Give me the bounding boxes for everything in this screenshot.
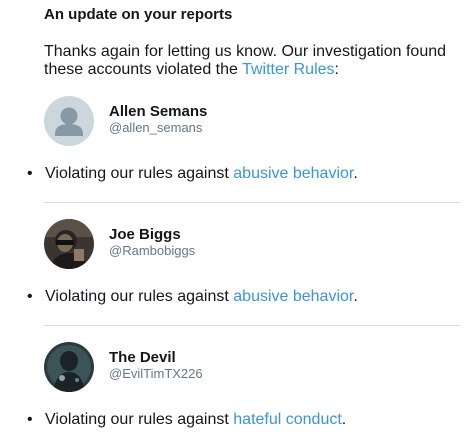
bullet: • [27,411,33,428]
photo-avatar-icon[interactable] [44,219,94,269]
default-user-avatar-icon[interactable] [44,96,94,146]
violation-text: Violating our rules against [45,165,234,182]
violation-text: Violating our rules against [45,288,234,305]
bullet: • [27,165,33,182]
account-handle[interactable]: @allen_semans [109,120,202,135]
account-name[interactable]: Joe Biggs [109,226,181,243]
twitter-rules-link[interactable]: Twitter Rules [242,61,334,78]
divider [44,202,460,203]
violation-suffix: . [353,288,358,305]
account-name[interactable]: The Devil [109,349,176,366]
reported-account[interactable]: The Devil @EvilTimTX226 [44,342,464,394]
abusive-behavior-link[interactable]: abusive behavior [233,288,353,305]
page-title: An update on your reports [44,6,233,23]
abusive-behavior-link[interactable]: abusive behavior [233,165,353,182]
intro-paragraph: Thanks again for letting us know. Our in… [44,43,464,79]
dark-figure-avatar-icon[interactable] [44,342,94,392]
hateful-conduct-link[interactable]: hateful conduct [233,411,342,428]
violation-item: • Violating our rules against abusive beh… [27,165,358,183]
violation-item: • Violating our rules against hateful con… [27,411,346,429]
account-name[interactable]: Allen Semans [109,103,207,120]
divider [44,325,460,326]
violation-item: • Violating our rules against abusive beh… [27,288,358,306]
account-handle[interactable]: @Rambobiggs [109,243,195,258]
violation-text: Violating our rules against [45,411,234,428]
bullet: • [27,288,33,305]
reported-account[interactable]: Allen Semans @allen_semans [44,96,464,148]
violation-suffix: . [341,411,347,428]
account-handle[interactable]: @EvilTimTX226 [109,366,203,381]
intro-text-end: : [334,61,339,78]
violation-suffix: . [353,165,358,182]
reported-account[interactable]: Joe Biggs @Rambobiggs [44,219,464,271]
